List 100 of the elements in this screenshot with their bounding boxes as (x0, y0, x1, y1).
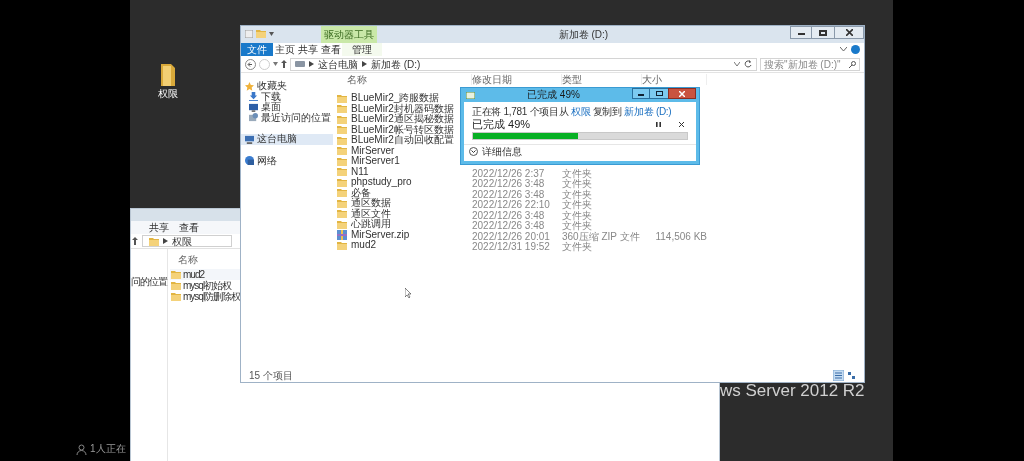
file-date: 2022/12/26 3:48 (472, 220, 545, 232)
address-bar[interactable]: 这台电脑 新加卷 (D:) (290, 57, 757, 71)
folder-icon (337, 104, 347, 114)
back-icon[interactable] (245, 58, 256, 70)
ribbon-tab[interactable]: 管理 (342, 43, 382, 56)
sidebar-item[interactable]: 收藏夹 (241, 81, 333, 92)
file-name[interactable]: N11 (351, 166, 369, 177)
file-name[interactable]: mysql初始权 (183, 280, 232, 291)
folder-icon (337, 146, 347, 156)
folder-icon (337, 188, 347, 198)
ribbon-tab[interactable]: 查看 (177, 221, 201, 234)
file-name[interactable]: mud2 (351, 240, 376, 251)
file-name[interactable]: BLueMir2帐号转区数据 (351, 124, 454, 135)
file-name[interactable]: 必备 (351, 187, 371, 198)
file-date: 2022/12/26 20:01 (472, 230, 550, 242)
star-icon (245, 81, 254, 91)
file-type: 文件夹 (562, 188, 592, 200)
folder-icon (337, 198, 347, 208)
folder-icon (337, 114, 347, 124)
sidebar-item[interactable]: 这台电脑 (241, 134, 333, 145)
sidebar-item[interactable]: 最近访问的位置 (241, 112, 333, 123)
ribbon-tab[interactable]: 主页 (273, 43, 296, 56)
column-header[interactable]: 大小 (642, 73, 707, 85)
file-name[interactable]: BLueMir2通区揭秘数据 (351, 114, 454, 125)
file-name[interactable]: BLueMir2封机器码数据 (351, 103, 454, 114)
minimize-button[interactable] (790, 26, 812, 39)
ribbon-tab[interactable]: 文件 (241, 43, 273, 56)
file-date: 2022/12/26 22:10 (472, 199, 550, 211)
icon-label[interactable]: 权限 (158, 88, 178, 99)
pause-icon[interactable] (656, 121, 661, 127)
dialog-title: 已完成 49% (526, 88, 581, 102)
ribbon-tab[interactable]: 共享 (296, 43, 319, 56)
file-type: 文件夹 (562, 209, 592, 221)
file-name[interactable]: MirServer.zip (351, 229, 410, 240)
expand-ribbon-icon[interactable] (840, 47, 847, 52)
chevron-right-icon (362, 61, 367, 67)
breadcrumb[interactable]: 这台电脑 (318, 58, 358, 70)
breadcrumb[interactable]: 权限 (172, 235, 192, 247)
column-header[interactable]: 类型 (562, 73, 642, 85)
file-name[interactable]: 通区数据 (351, 198, 391, 209)
file-name[interactable]: BLueMir2自动回收配置 (351, 135, 454, 146)
file-type: 文件夹 (562, 178, 592, 190)
ribbon-tab[interactable]: 共享 (147, 221, 171, 234)
breadcrumb[interactable]: 新加卷 (D:) (371, 58, 421, 70)
context-tab-header: 驱动器工具 (321, 26, 377, 43)
details-toggle[interactable]: 详细信息 (482, 146, 522, 157)
ribbon-tab[interactable]: 查看 (319, 43, 342, 56)
network-icon (245, 156, 254, 166)
location-link[interactable]: 权限 (570, 106, 591, 117)
viewer-count: 1人正在 (90, 443, 126, 455)
dropdown-icon[interactable] (273, 62, 278, 66)
file-name[interactable]: 通区文件 (351, 208, 391, 219)
file-name[interactable]: BLueMir2_跨服数据 (351, 93, 440, 104)
address-bar[interactable]: 权限 (142, 235, 232, 247)
desktop-icon (249, 102, 258, 112)
details-view-icon[interactable] (833, 369, 844, 381)
location-link[interactable]: 新加卷 (D:) (624, 106, 672, 117)
chevron-right-icon (309, 61, 314, 67)
copy-message: 正在将 1,781 个项目从 权限 复制到 新加卷 (D:) (472, 106, 673, 117)
up-arrow-icon[interactable] (132, 237, 138, 245)
places-icon (249, 113, 258, 123)
close-button[interactable] (834, 26, 864, 39)
computer-icon (245, 134, 254, 144)
sidebar-item[interactable]: 桌面 (241, 102, 333, 113)
tiles-view-icon[interactable] (847, 370, 856, 380)
column-header[interactable]: 修改日期 (472, 73, 562, 85)
search-field[interactable]: 搜索"新加卷 (D:)" (760, 57, 860, 71)
file-date: 2022/12/26 3:48 (472, 188, 545, 200)
person-icon (76, 443, 87, 455)
download-icon (249, 92, 258, 102)
refresh-icon[interactable] (744, 60, 752, 68)
folder-icon[interactable] (159, 62, 177, 86)
dropdown-icon[interactable] (269, 31, 274, 36)
sidebar-item[interactable]: 网络 (241, 155, 333, 166)
dropdown-icon[interactable] (734, 62, 740, 66)
minimize-button[interactable] (632, 88, 650, 99)
up-arrow-icon[interactable] (281, 60, 287, 68)
column-header[interactable]: 名称 (178, 253, 198, 265)
folder-icon (171, 292, 181, 301)
file-date: 2022/12/26 3:48 (472, 209, 545, 221)
file-type: 文件夹 (562, 241, 592, 253)
sidebar-item[interactable]: 问的位置 (131, 276, 167, 287)
close-button[interactable] (668, 88, 696, 99)
progress-status: 已完成 49% (472, 117, 532, 131)
file-type: 360压缩 ZIP 文件 (562, 230, 640, 242)
file-name[interactable]: phpstudy_pro (351, 177, 412, 188)
column-header[interactable]: 名称 (337, 73, 472, 85)
file-name[interactable]: MirServer1 (351, 156, 400, 167)
sidebar-item[interactable]: 下载 (241, 91, 333, 102)
os-branding: ws Server 2012 R2 (720, 381, 865, 401)
file-name[interactable]: 心跳调用 (351, 219, 391, 230)
file-name[interactable]: mysql防删除权 (183, 291, 241, 302)
file-name[interactable]: MirServer (351, 145, 395, 156)
maximize-button[interactable] (812, 26, 834, 39)
file-date: 2022/12/26 3:48 (472, 178, 545, 190)
close-icon[interactable] (679, 121, 684, 127)
maximize-button[interactable] (650, 88, 668, 99)
expand-icon[interactable] (469, 147, 478, 156)
file-type: 文件夹 (562, 167, 592, 179)
folder-icon (171, 281, 181, 290)
